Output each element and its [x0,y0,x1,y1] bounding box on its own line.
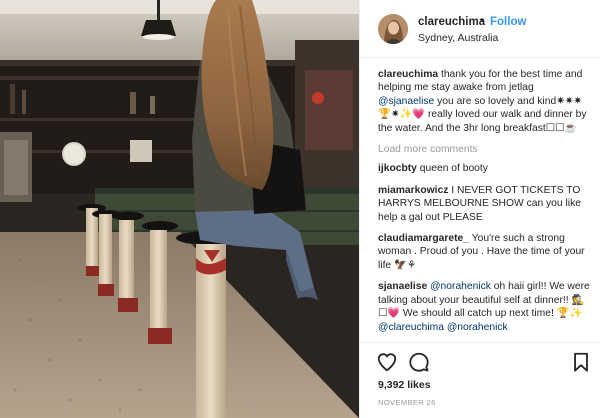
comment-item: ijkocbty queen of booty [378,162,590,175]
bookmark-icon [574,352,588,372]
post-actions: 9,392 likes NOVEMBER 26 [360,342,600,418]
post-photo-image [0,0,359,418]
comment-username[interactable]: sjanaelise [378,281,427,292]
comment-username[interactable]: ijkocbty [378,163,417,174]
comment-item: miamarkowicz I NEVER GOT TICKETS TO HARR… [378,184,590,224]
comment-username[interactable]: miamarkowicz [378,185,448,196]
comment-mention[interactable]: @norahenick [430,281,491,292]
comment-mention[interactable]: @norahenick [447,322,508,333]
save-button[interactable] [570,351,592,373]
comment-mention[interactable]: @clareuchima [378,322,444,333]
post-location[interactable]: Sydney, Australia [418,32,498,44]
avatar[interactable] [378,14,408,44]
caption-username[interactable]: clareuchima [378,69,438,80]
comments-list: clareuchima thank you for the best time … [378,68,590,342]
avatar-image [378,14,408,44]
post-author-username[interactable]: clareuchima [418,16,485,28]
post-date[interactable]: NOVEMBER 26 [378,398,436,407]
heart-outline-icon [377,353,397,372]
post-photo[interactable] [0,0,359,418]
post-details-panel: clareuchima • Follow Sydney, Australia c… [359,0,600,418]
comment-username[interactable]: claudiamargarete_ [378,233,469,244]
like-button[interactable] [376,351,398,373]
caption-mention[interactable]: @sjanaelise [378,96,434,107]
comment-button[interactable] [408,351,430,373]
follow-button[interactable]: Follow [490,16,526,28]
header-separator: • [480,15,485,27]
caption: clareuchima thank you for the best time … [378,68,590,135]
post-header: clareuchima • Follow Sydney, Australia [360,0,600,58]
comment-item: claudiamargarete_ You're such a strong w… [378,232,590,272]
comment-text: queen of booty [416,163,488,175]
likes-count[interactable]: 9,392 likes [378,379,431,391]
comment-item: sjanaelise @norahenick oh haii girl!! We… [378,280,590,334]
speech-bubble-icon [409,352,429,372]
load-more-comments-button[interactable]: Load more comments [378,143,590,156]
